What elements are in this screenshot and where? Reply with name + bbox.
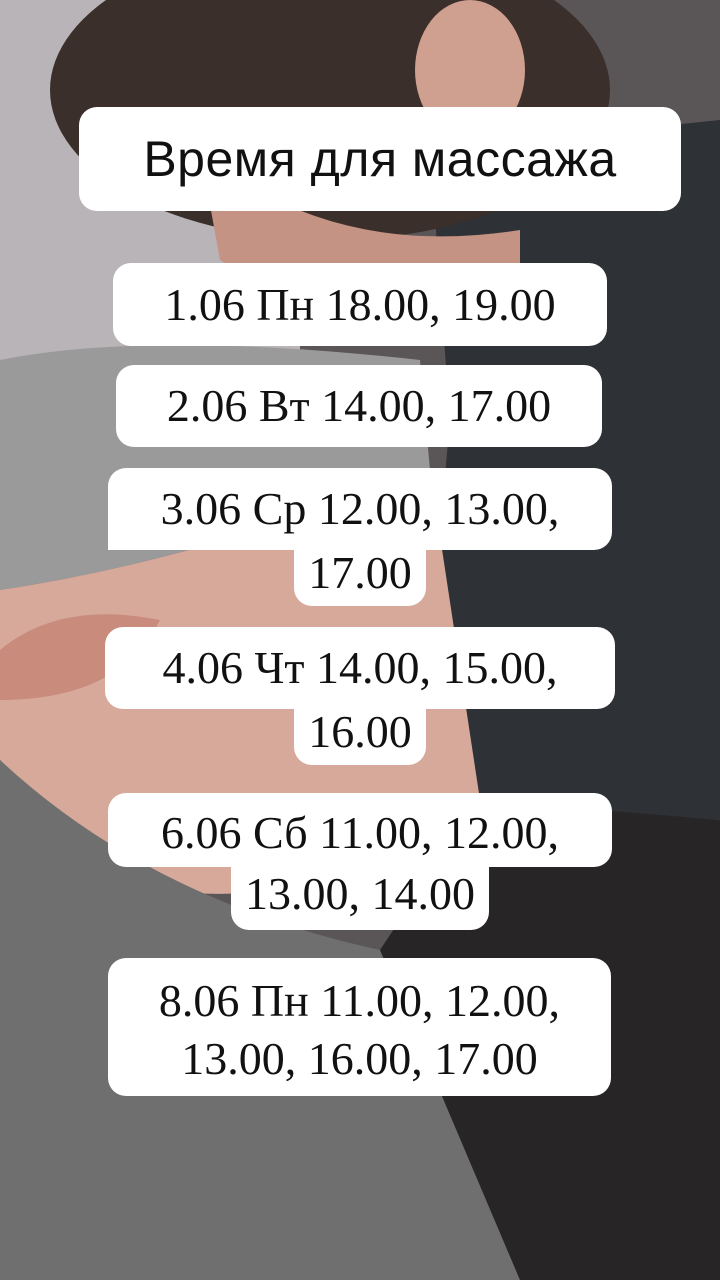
- schedule-item-5: 6.06 Сб 11.00, 12.00, 13.00, 14.00: [108, 793, 612, 930]
- schedule-item-3: 3.06 Ср 12.00, 13.00, 17.00: [108, 468, 612, 606]
- schedule-item-line-1: 4.06 Чт 14.00, 15.00,: [105, 627, 615, 709]
- schedule-item-line-2: 13.00, 14.00: [231, 867, 489, 930]
- schedule-item-line-2: 16.00: [294, 709, 426, 765]
- schedule-item-text: 1.06 Пн 18.00, 19.00: [164, 278, 556, 330]
- schedule-item-1: 1.06 Пн 18.00, 19.00: [113, 263, 607, 346]
- schedule-item-4: 4.06 Чт 14.00, 15.00, 16.00: [105, 627, 615, 765]
- page-title: Время для массажа: [79, 107, 681, 211]
- schedule-item-text: 2.06 Вт 14.00, 17.00: [166, 380, 552, 431]
- page-title-text: Время для массажа: [143, 131, 617, 187]
- schedule-item-line-1: 6.06 Сб 11.00, 12.00,: [108, 793, 612, 867]
- schedule-item-2: 2.06 Вт 14.00, 17.00: [116, 365, 602, 447]
- schedule-item-line-2: 13.00, 16.00, 17.00: [181, 1033, 538, 1084]
- schedule-item-line-2: 17.00: [294, 550, 426, 606]
- schedule-item-6: 8.06 Пн 11.00, 12.00, 13.00, 16.00, 17.0…: [108, 958, 611, 1096]
- schedule-item-line-1: 8.06 Пн 11.00, 12.00,: [158, 975, 561, 1026]
- schedule-item-line-1: 3.06 Ср 12.00, 13.00,: [108, 468, 612, 550]
